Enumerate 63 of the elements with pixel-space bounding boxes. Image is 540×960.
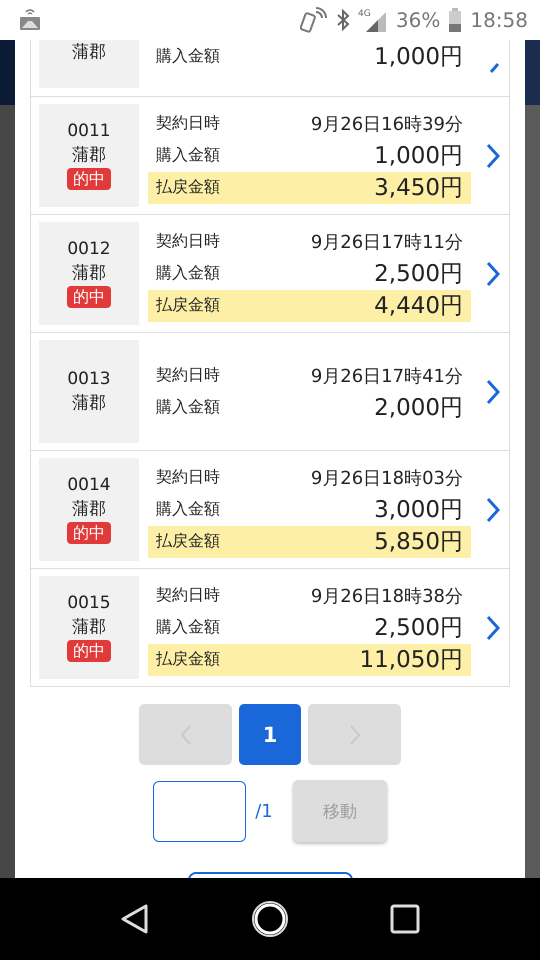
record-number: 0011 <box>67 121 111 141</box>
payout-label: 払戻金額 <box>156 295 220 316</box>
screen-cast-icon <box>18 8 42 32</box>
hit-badge: 的中 <box>67 168 111 190</box>
purchase-label: 購入金額 <box>156 145 220 166</box>
battery-icon <box>448 8 462 32</box>
venue-name: 蒲郡 <box>72 392 106 414</box>
home-icon[interactable] <box>250 900 289 938</box>
purchase-value: 2,500円 <box>374 260 463 289</box>
date-label: 契約日時 <box>156 585 220 606</box>
venue-name: 蒲郡 <box>72 498 106 520</box>
venue-name: 蒲郡 <box>72 262 106 284</box>
venue-name: 蒲郡 <box>72 41 106 63</box>
payout-value: 11,050円 <box>360 646 463 675</box>
payout-value: 5,850円 <box>374 528 463 557</box>
battery-percent: 36% <box>396 8 440 32</box>
purchase-value: 1,000円 <box>374 142 463 171</box>
date-value: 9月26日18時38分 <box>310 584 463 608</box>
date-value: 9月26日17時11分 <box>310 230 463 254</box>
purchase-label: 購入金額 <box>156 397 220 418</box>
date-value: 9月26日18時03分 <box>310 466 463 490</box>
payout-value: 3,450円 <box>374 174 463 203</box>
purchase-value: 2,000円 <box>374 394 463 423</box>
payout-label: 払戻金額 <box>156 531 220 552</box>
record-number: 0015 <box>67 593 111 613</box>
payout-label: 払戻金額 <box>156 649 220 670</box>
record-row[interactable]: 0015 蒲郡 的中 契約日時 9月26日18時38分 購入金額 2,500円 払戻金額 11,050円 <box>31 568 509 686</box>
record-row[interactable]: 0012 蒲郡 的中 契約日時 9月26日17時11分 購入金額 2,500円 払戻金額 4,440円 <box>31 214 509 332</box>
hit-badge: 的中 <box>67 286 111 308</box>
page-total: /1 <box>255 800 273 822</box>
record-number: 0012 <box>67 239 111 259</box>
page-button[interactable]: 1 <box>239 704 301 765</box>
purchase-value: 1,000円 <box>374 42 463 72</box>
payout-value: 4,440円 <box>374 292 463 321</box>
date-label: 契約日時 <box>156 231 220 252</box>
network-type: 4G <box>358 9 371 19</box>
clock: 18:58 <box>470 8 528 32</box>
hit-badge: 的中 <box>67 522 111 544</box>
purchase-label: 購入金額 <box>156 499 220 520</box>
venue-name: 蒲郡 <box>72 144 106 166</box>
purchase-value: 2,500円 <box>374 614 463 643</box>
recents-icon[interactable] <box>390 904 420 934</box>
purchase-label: 購入金額 <box>156 263 220 284</box>
purchase-label: 購入金額 <box>156 617 220 638</box>
date-label: 契約日時 <box>156 467 220 488</box>
purchase-label: 購入金額 <box>156 46 220 66</box>
bluetooth-icon <box>336 9 350 31</box>
payout-label: 払戻金額 <box>156 177 220 198</box>
hit-badge: 的中 <box>67 640 111 662</box>
date-value: 9月26日17時41分 <box>310 364 463 388</box>
date-label: 契約日時 <box>156 113 220 134</box>
phone-nfc-icon <box>300 6 328 34</box>
date-value: 9月26日16時39分 <box>310 112 463 136</box>
date-label: 契約日時 <box>156 365 220 386</box>
record-number: 0014 <box>67 475 111 495</box>
back-icon[interactable] <box>120 903 150 935</box>
page-number-input[interactable] <box>153 780 246 842</box>
venue-name: 蒲郡 <box>72 616 106 638</box>
record-number: 0013 <box>67 369 111 389</box>
purchase-value: 3,000円 <box>374 496 463 525</box>
record-row[interactable]: 0011 蒲郡 的中 契約日時 9月26日16時39分 購入金額 1,000円 払戻金額 3,450円 <box>31 96 509 214</box>
record-row[interactable]: 0013 蒲郡 契約日時 9月26日17時41分 購入金額 2,000円 <box>31 332 509 450</box>
record-row[interactable]: 0014 蒲郡 的中 契約日時 9月26日18時03分 購入金額 3,000円 払戻金額 5,850円 <box>31 450 509 568</box>
